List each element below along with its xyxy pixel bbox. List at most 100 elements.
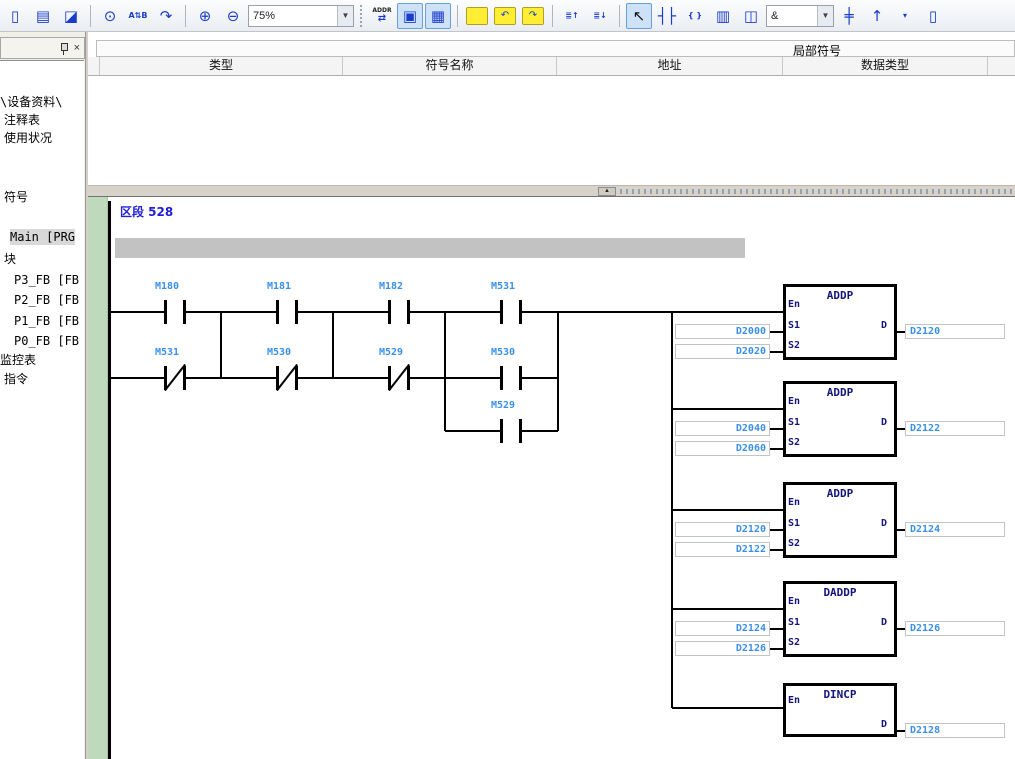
network-block-tool-icon[interactable]: ▯ — [920, 3, 946, 29]
tree-item-[interactable]: 块 — [4, 251, 16, 267]
vertical-line-tool-icon[interactable]: ╪ — [836, 3, 862, 29]
tree-item-[interactable]: \设备资料\ — [0, 94, 62, 110]
pin-label-s2: S2 — [788, 538, 800, 549]
operand-output-d2126[interactable]: D2126 — [905, 621, 1005, 636]
contact-m530-no[interactable] — [498, 364, 524, 392]
tree-item-[interactable]: 监控表 — [0, 352, 36, 368]
wire-horizontal — [897, 628, 905, 630]
contact-bar-left — [388, 300, 391, 324]
zoom-select[interactable]: 75%▼ — [248, 5, 354, 27]
coil-tool-icon[interactable]: { } — [682, 3, 708, 29]
instruction-block-dincp[interactable]: DINCP — [783, 683, 897, 737]
column-extra — [988, 57, 1015, 75]
tree-item-[interactable]: 注释表 — [4, 112, 40, 128]
wire-horizontal — [897, 428, 905, 430]
instruction-block-addp[interactable]: ADDP — [783, 381, 897, 457]
block-title: ADDP — [786, 386, 894, 399]
tool-dropdown-icon[interactable]: ▾ — [892, 3, 918, 29]
operand-output-d2128[interactable]: D2128 — [905, 723, 1005, 738]
instruction-tool-icon[interactable]: ▥ — [710, 3, 736, 29]
close-icon[interactable]: × — [74, 43, 80, 54]
find-icon[interactable]: ⊙ — [97, 3, 123, 29]
tree-item-p3fbfb[interactable]: P3_FB [FB — [14, 272, 79, 288]
tree-item-[interactable]: 指令 — [4, 371, 28, 387]
pin-icon[interactable] — [59, 42, 70, 55]
pin-label-d: D — [881, 320, 887, 331]
symbol-area-toggle-icon[interactable]: ▣ — [397, 3, 423, 29]
logic-select-dropdown-icon[interactable]: ▼ — [817, 6, 833, 26]
operand-input-d2120[interactable]: D2120 — [675, 522, 770, 537]
column-address[interactable]: 地址 — [557, 57, 783, 75]
contact-bar-right — [519, 419, 522, 443]
select-tool-icon[interactable]: ↖ — [626, 3, 652, 29]
prev-bookmark-icon[interactable]: ↶ — [494, 7, 516, 25]
compare-tool-icon[interactable]: ◫ — [738, 3, 764, 29]
tree-item-p1fbfb[interactable]: P1_FB [FB — [14, 313, 79, 329]
instruction-block-daddp[interactable]: DADDP — [783, 581, 897, 657]
contact-bar-left — [500, 419, 503, 443]
zoom-in-icon[interactable]: ⊕ — [192, 3, 218, 29]
comment-toggle-icon[interactable]: ▦ — [425, 3, 451, 29]
wire-horizontal — [672, 509, 783, 511]
operand-input-d2126[interactable]: D2126 — [675, 641, 770, 656]
operand-input-d2060[interactable]: D2060 — [675, 441, 770, 456]
pin-label-s2: S2 — [788, 637, 800, 648]
contact-m531-nc[interactable] — [162, 364, 188, 392]
operand-output-d2124[interactable]: D2124 — [905, 522, 1005, 537]
column-type[interactable]: 类型 — [100, 57, 343, 75]
tree-item-p0fbfb[interactable]: P0_FB [FB — [14, 333, 79, 349]
zoom-out-icon[interactable]: ⊖ — [220, 3, 246, 29]
contact-m529-nc[interactable] — [386, 364, 412, 392]
tree-item-[interactable]: 使用状况 — [4, 130, 52, 146]
device-label: M531 — [471, 281, 535, 292]
trace-icon[interactable]: ↷ — [153, 3, 179, 29]
operand-input-d2020[interactable]: D2020 — [675, 344, 770, 359]
pin-label-en: En — [788, 497, 800, 508]
device-label: M182 — [359, 281, 423, 292]
tree-item-mainprg[interactable]: Main [PRG — [10, 229, 75, 245]
operand-input-d2040[interactable]: D2040 — [675, 421, 770, 436]
zoom-select-dropdown-icon[interactable]: ▼ — [337, 6, 353, 26]
arrow-up-tool-icon[interactable]: ↑ — [864, 3, 890, 29]
contact-m182-no[interactable] — [386, 298, 412, 326]
operand-output-d2122[interactable]: D2122 — [905, 421, 1005, 436]
row-selector-column — [88, 57, 100, 75]
contact-m530-nc[interactable] — [274, 364, 300, 392]
collapse-pane-button[interactable]: ▲ — [598, 187, 616, 196]
instruction-block-addp[interactable]: ADDP — [783, 284, 897, 360]
zoom-select-value: 75% — [249, 10, 337, 22]
operand-input-d2000[interactable]: D2000 — [675, 324, 770, 339]
column-symbol-name[interactable]: 符号名称 — [343, 57, 557, 75]
contact-bar-right — [407, 366, 410, 390]
contact-m181-no[interactable] — [274, 298, 300, 326]
bookmark-icon[interactable] — [466, 7, 488, 25]
paste-icon[interactable]: ▤ — [30, 3, 56, 29]
wire-horizontal — [770, 351, 783, 353]
contact-m529-no[interactable] — [498, 417, 524, 445]
ladder-editor[interactable]: 区段 528 M180M181M182M531M531M530M529M530M… — [88, 196, 1015, 759]
pin-label-en: En — [788, 695, 800, 706]
insert-network-above-icon[interactable]: ≣↑ — [559, 3, 585, 29]
operand-input-d2124[interactable]: D2124 — [675, 621, 770, 636]
operand-input-d2122[interactable]: D2122 — [675, 542, 770, 557]
insert-network-below-icon[interactable]: ≣↓ — [587, 3, 613, 29]
document-icon[interactable]: ▯ — [2, 3, 28, 29]
address-mode-icon[interactable]: ADDR⇄ — [369, 3, 395, 29]
block-title: ADDP — [786, 289, 894, 302]
tree-item-[interactable]: 符号 — [4, 189, 28, 205]
contact-bar-left — [500, 366, 503, 390]
eraser-icon[interactable]: ◪ — [58, 3, 84, 29]
main-area: 局部符号 类型 符号名称 地址 数据类型 ▲ 区段 528 M180M181M1… — [88, 32, 1015, 759]
next-bookmark-icon[interactable]: ↷ — [522, 7, 544, 25]
contact-m180-no[interactable] — [162, 298, 188, 326]
operand-output-d2120[interactable]: D2120 — [905, 324, 1005, 339]
find-replace-icon[interactable]: A⇅B — [125, 3, 151, 29]
contact-m531-no[interactable] — [498, 298, 524, 326]
instruction-block-addp[interactable]: ADDP — [783, 482, 897, 558]
column-data-type[interactable]: 数据类型 — [783, 57, 988, 75]
device-label: M181 — [247, 281, 311, 292]
logic-select[interactable]: &▼ — [766, 5, 834, 27]
network-comment-bar[interactable] — [115, 238, 745, 258]
contact-tool-icon[interactable]: ┤├ — [654, 3, 680, 29]
tree-item-p2fbfb[interactable]: P2_FB [FB — [14, 292, 79, 308]
